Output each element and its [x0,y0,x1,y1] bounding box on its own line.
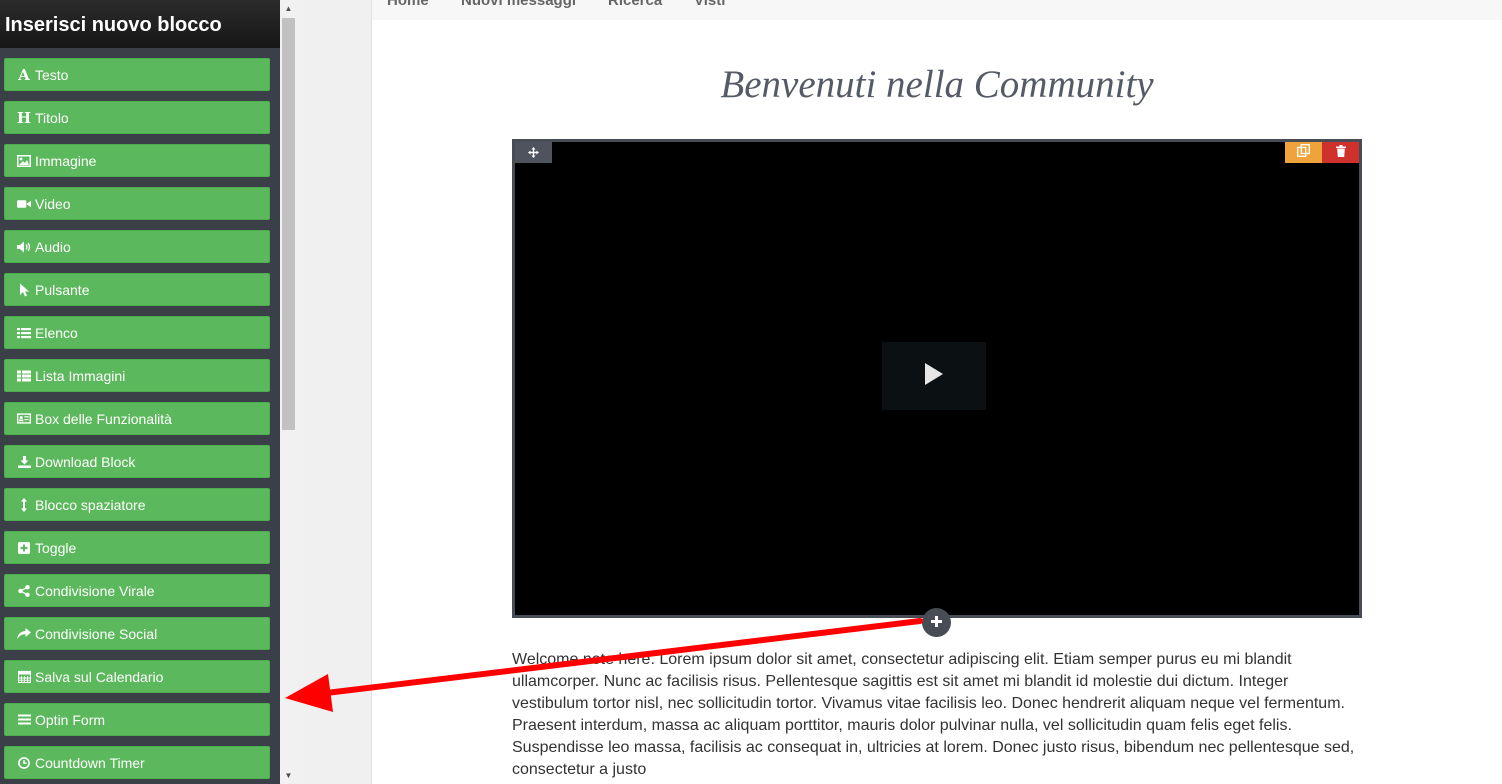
block-lista-immagini-button[interactable]: Lista Immagini [4,359,270,392]
nav-item-nuovi-messaggi[interactable]: Nuovi messaggi [461,0,576,9]
sidebar-scrollbar[interactable]: ▲ ▼ [280,0,297,784]
block-label: Countdown Timer [35,754,145,771]
block-label: Optin Form [35,711,106,728]
sidebar-title: Inserisci nuovo blocco [0,0,280,48]
page-heading: Benvenuti nella Community [720,63,1154,106]
plus-square-icon [17,541,31,555]
trash-icon [1335,144,1346,162]
copy-icon [1297,143,1310,162]
block-label: Condivisione Virale [35,582,155,599]
pointer-icon [17,283,31,297]
scroll-up-arrow-icon[interactable]: ▲ [280,0,297,17]
move-handle-icon[interactable] [515,142,552,163]
heading-h-icon: H [16,108,32,127]
image-icon [17,154,31,168]
block-label: Blocco spaziatore [35,496,146,513]
block-audio-button[interactable]: Audio [4,230,270,263]
clock-icon [17,756,31,770]
block-label: Salva sul Calendario [35,668,164,685]
scroll-down-arrow-icon[interactable]: ▼ [280,767,297,784]
calendar-icon [17,670,31,684]
bars-icon [17,713,31,727]
volume-icon [17,240,31,254]
id-card-icon [17,412,31,426]
block-label: Download Block [35,453,136,470]
block-label: Elenco [35,324,78,341]
video-play-button[interactable] [882,342,986,410]
block-calendario-button[interactable]: Salva sul Calendario [4,660,270,693]
block-label: Box delle Funzionalità [35,410,172,427]
nav-item-visti[interactable]: Visti [694,0,725,9]
block-pulsante-button[interactable]: Pulsante [4,273,270,306]
block-label: Toggle [35,539,77,556]
copy-block-button[interactable] [1285,142,1322,163]
block-label: Condivisione Social [35,625,158,642]
block-label: Video [35,195,71,212]
download-icon [17,455,31,469]
add-block-button[interactable] [922,608,951,637]
block-label: Immagine [35,152,97,169]
block-video-button[interactable]: Video [4,187,270,220]
block-titolo-button[interactable]: H Titolo [4,101,270,134]
block-condivisione-social-button[interactable]: Condivisione Social [4,617,270,650]
share-icon [17,627,31,641]
block-condivisione-virale-button[interactable]: Condivisione Virale [4,574,270,607]
delete-block-button[interactable] [1322,142,1359,163]
block-label: Audio [35,238,71,255]
block-sidebar: Inserisci nuovo blocco A Testo H Titolo … [0,0,280,784]
video-block[interactable] [512,139,1362,618]
text-a-icon: A [18,65,30,84]
block-elenco-button[interactable]: Elenco [4,316,270,349]
play-icon [925,362,943,390]
block-box-funzionalita-button[interactable]: Box delle Funzionalità [4,402,270,435]
editor-gutter [297,0,372,784]
vertical-arrows-icon [17,497,31,512]
block-download-button[interactable]: Download Block [4,445,270,478]
block-label: Titolo [35,109,69,126]
block-toggle-button[interactable]: Toggle [4,531,270,564]
nav-item-ricerca[interactable]: Ricerca [608,0,662,9]
th-list-icon [17,369,31,383]
share-alt-icon [17,584,31,598]
top-navigation: Home Nuovi messaggi Ricerca Visti [372,0,1502,20]
plus-icon [931,614,942,632]
video-camera-icon [17,197,31,211]
nav-item-home[interactable]: Home [387,0,429,9]
list-icon [17,326,31,340]
block-immagine-button[interactable]: Immagine [4,144,270,177]
block-optin-form-button[interactable]: Optin Form [4,703,270,736]
block-spaziatore-button[interactable]: Blocco spaziatore [4,488,270,521]
block-label: Pulsante [35,281,90,298]
block-countdown-timer-button[interactable]: Countdown Timer [4,746,270,779]
block-label: Testo [35,66,69,83]
scrollbar-thumb[interactable] [282,18,295,430]
block-testo-button[interactable]: A Testo [4,58,270,91]
block-label: Lista Immagini [35,367,126,384]
welcome-paragraph: Welcome note here. Lorem ipsum dolor sit… [512,651,1355,778]
